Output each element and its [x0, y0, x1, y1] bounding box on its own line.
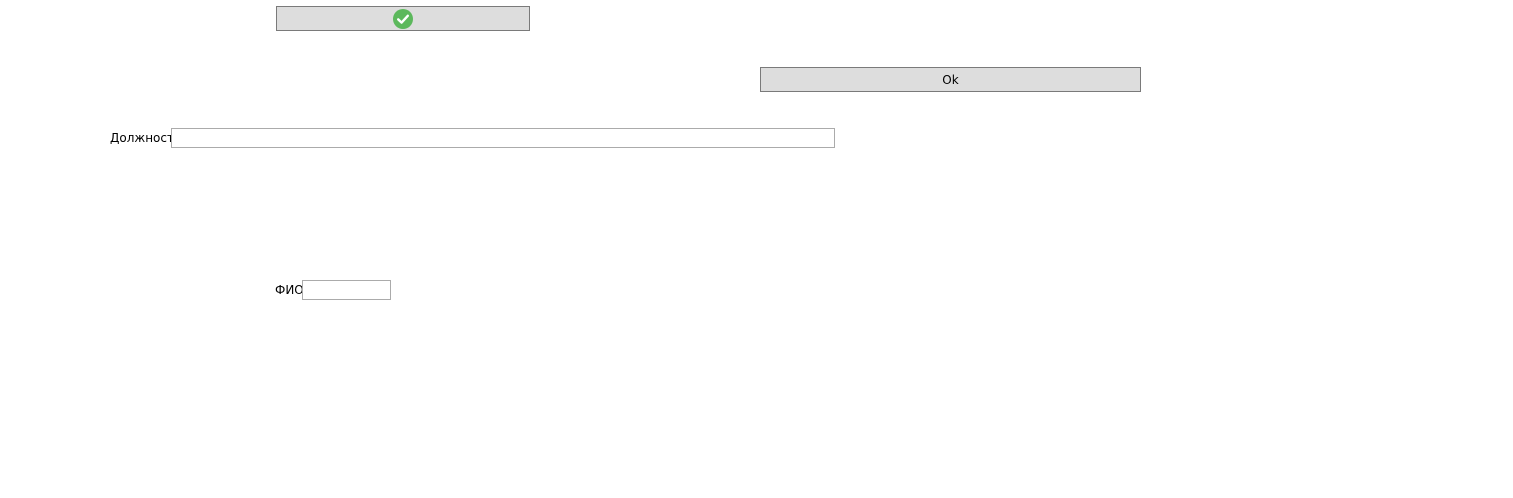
- confirm-button[interactable]: [276, 6, 530, 31]
- fio-label: ФИО: [275, 283, 304, 297]
- ok-button[interactable]: Ok: [760, 67, 1141, 92]
- fio-field[interactable]: [302, 280, 391, 300]
- position-field[interactable]: [171, 128, 835, 148]
- check-circle-icon: [393, 8, 413, 29]
